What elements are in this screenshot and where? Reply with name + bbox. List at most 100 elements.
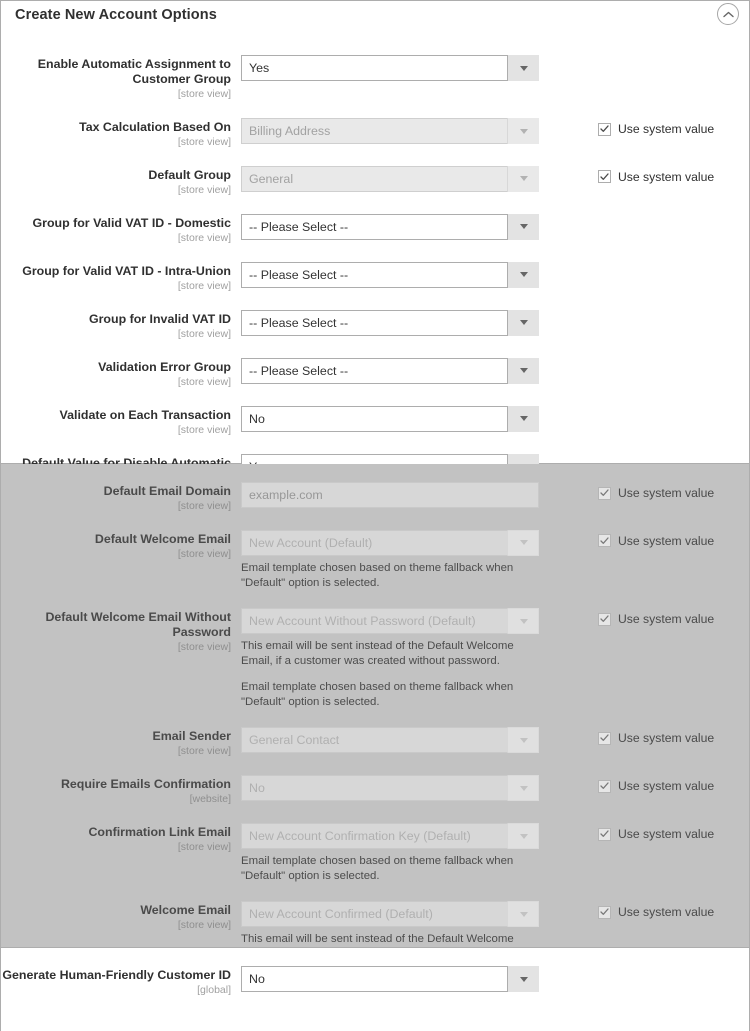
scope-tag: [store view] — [177, 841, 231, 854]
field-row-require-emails-confirmation: Require Emails Confirmation [website] No Us… — [1, 771, 749, 806]
checkbox-checked-icon[interactable] — [598, 827, 611, 841]
checkbox-checked-icon[interactable] — [598, 731, 611, 745]
chevron-down-icon[interactable] — [507, 357, 539, 384]
chevron-down-icon — [507, 901, 539, 928]
use-system-value-default-email-domain: Use system value — [574, 478, 749, 500]
scope-tag: [store view] — [177, 279, 231, 292]
field-row-default-email-domain: Default Email Domain [store view] Use syst… — [1, 478, 749, 513]
use-system-value-default-value-for-disable-automatic-group-changes-based-on-vat-id — [574, 450, 749, 458]
field-control-enable-automatic-assignment-to-customer-group: Yes — [241, 51, 574, 81]
use-system-value-enable-automatic-assignment-to-customer-group — [574, 51, 749, 59]
select-value[interactable]: -- Please Select -- — [241, 357, 539, 384]
use-system-value-require-emails-confirmation: Use system value — [574, 771, 749, 793]
checkbox-checked-icon[interactable] — [598, 534, 611, 548]
field-row-tax-calculation-based-on: Tax Calculation Based On [store view] Bill… — [1, 114, 749, 149]
scope-tag: [store view] — [177, 423, 231, 436]
create-new-account-options-panel: Create New Account Options Enable Automa… — [0, 0, 750, 576]
select-enable-automatic-assignment-to-customer-group[interactable]: Yes — [241, 55, 539, 81]
field-row-generate-human-friendly-customer-id: Generate Human-Friendly Customer ID [glob… — [1, 962, 749, 997]
use-system-value-validation-error-group — [574, 354, 749, 362]
label-text: Require Emails Confirmation — [60, 777, 231, 792]
scope-tag: [store view] — [177, 745, 231, 758]
checkbox-checked-icon[interactable] — [598, 905, 611, 919]
chevron-down-icon — [507, 165, 539, 192]
select-value: New Account Confirmation Key (Default) — [241, 823, 539, 850]
use-system-value-default-welcome-email-without-password: Use system value — [574, 604, 749, 626]
select-group-for-invalid-vat-id[interactable]: -- Please Select -- — [241, 309, 539, 336]
select-value[interactable]: -- Please Select -- — [241, 261, 539, 288]
select-value[interactable]: No — [241, 405, 539, 432]
field-row-confirmation-link-email: Confirmation Link Email [store view] New A… — [1, 819, 749, 884]
section-header: Create New Account Options — [1, 1, 749, 29]
select-value[interactable]: Yes — [241, 55, 539, 81]
select-group-for-valid-vat-id-intra-union[interactable]: -- Please Select -- — [241, 261, 539, 288]
select-group-for-valid-vat-id-domestic[interactable]: -- Please Select -- — [241, 213, 539, 240]
field-row-validate-on-each-transaction: Validate on Each Transaction [store view]… — [1, 402, 749, 437]
select-email-sender: General Contact — [241, 727, 539, 754]
chevron-down-icon[interactable] — [507, 55, 539, 81]
field-note: Email template chosen based on theme fal… — [241, 855, 514, 883]
select-welcome-email: New Account Confirmed (Default) — [241, 901, 539, 928]
use-system-value-tax-calculation-based-on: Use system value — [574, 114, 749, 136]
field-label-group-for-invalid-vat-id: Group for Invalid VAT ID [store view] — [1, 306, 241, 341]
select-generate-human-friendly-customer-id[interactable]: No — [241, 966, 539, 992]
customer-id-panel: Generate Human-Friendly Customer ID [glob… — [0, 947, 750, 1031]
select-value[interactable]: -- Please Select -- — [241, 213, 539, 240]
chevron-down-icon — [507, 775, 539, 802]
select-value: New Account Without Password (Default) — [241, 608, 539, 635]
field-control-group-for-valid-vat-id-domestic: -- Please Select -- — [241, 210, 574, 240]
chevron-down-icon — [507, 529, 539, 556]
checkbox-checked-icon[interactable] — [598, 612, 611, 626]
chevron-down-icon[interactable] — [507, 966, 539, 992]
chevron-down-icon — [507, 823, 539, 850]
field-note: This email will be sent instead of the D… — [241, 640, 514, 668]
field-control-default-email-domain — [241, 478, 574, 508]
field-control-tax-calculation-based-on: Billing Address — [241, 114, 574, 145]
select-validate-on-each-transaction[interactable]: No — [241, 405, 539, 432]
chevron-down-icon[interactable] — [507, 261, 539, 288]
select-value[interactable]: -- Please Select -- — [241, 309, 539, 336]
config-page: Create New Account Options Enable Automa… — [0, 0, 750, 1031]
use-system-value-generate-human-friendly-customer-id — [574, 962, 749, 970]
field-label-default-email-domain: Default Email Domain [store view] — [1, 478, 241, 513]
use-system-value-welcome-email: Use system value — [574, 897, 749, 919]
label-text: Tax Calculation Based On — [79, 120, 231, 135]
field-row-enable-automatic-assignment-to-customer-group: Enable Automatic Assignment to Customer … — [1, 51, 749, 101]
checkbox-checked-icon[interactable] — [598, 779, 611, 793]
label-text: Default Email Domain — [103, 484, 231, 498]
use-system-value-label: Use system value — [618, 779, 715, 794]
use-system-value-confirmation-link-email: Use system value — [574, 819, 749, 841]
use-system-value-label: Use system value — [618, 612, 715, 627]
chevron-down-icon[interactable] — [507, 405, 539, 432]
overlay-fields-list: Default Email Domain [store view] Use syst… — [1, 464, 749, 1003]
chevron-down-icon[interactable] — [507, 309, 539, 336]
field-row-email-sender: Email Sender [store view] General Contact U… — [1, 723, 749, 758]
use-system-value-default-welcome-email: Use system value — [574, 526, 749, 548]
use-system-value-label: Use system value — [618, 533, 715, 548]
masked-email-options-section: Default Email Domain [store view] Use syst… — [0, 464, 750, 1001]
select-value[interactable]: No — [241, 966, 539, 992]
field-label-default-group: Default Group [store view] — [1, 162, 241, 197]
chevron-down-icon — [507, 118, 539, 145]
chevron-up-circle-icon[interactable] — [717, 3, 739, 25]
label-text: Validate on Each Transaction — [59, 407, 231, 422]
field-row-group-for-invalid-vat-id: Group for Invalid VAT ID [store view] -- P… — [1, 306, 749, 341]
field-row-group-for-valid-vat-id-intra-union: Group for Valid VAT ID - Intra-Union [sto… — [1, 258, 749, 293]
field-label-default-welcome-email-without-password: Default Welcome Email Without Password [s… — [1, 604, 241, 654]
field-control-require-emails-confirmation: No — [241, 771, 574, 802]
bottom-fields-list: Generate Human-Friendly Customer ID [glob… — [1, 948, 749, 997]
checkbox-checked-icon[interactable] — [598, 170, 611, 184]
field-label-validate-on-each-transaction: Validate on Each Transaction [store view] — [1, 402, 241, 437]
use-system-value-label: Use system value — [618, 169, 715, 184]
select-validation-error-group[interactable]: -- Please Select -- — [241, 357, 539, 384]
use-system-value-group-for-valid-vat-id-domestic — [574, 210, 749, 218]
checkbox-checked-icon[interactable] — [598, 122, 611, 136]
field-row-default-group: Default Group [store view] General Use syst… — [1, 162, 749, 197]
label-text: Group for Valid VAT ID - Domestic — [32, 215, 232, 230]
chevron-down-icon — [507, 608, 539, 635]
chevron-down-icon[interactable] — [507, 213, 539, 240]
field-label-confirmation-link-email: Confirmation Link Email [store view] — [1, 819, 241, 854]
checkbox-checked-icon[interactable] — [598, 486, 611, 500]
label-text: Welcome Email — [140, 903, 231, 918]
select-default-group: General — [241, 165, 539, 192]
